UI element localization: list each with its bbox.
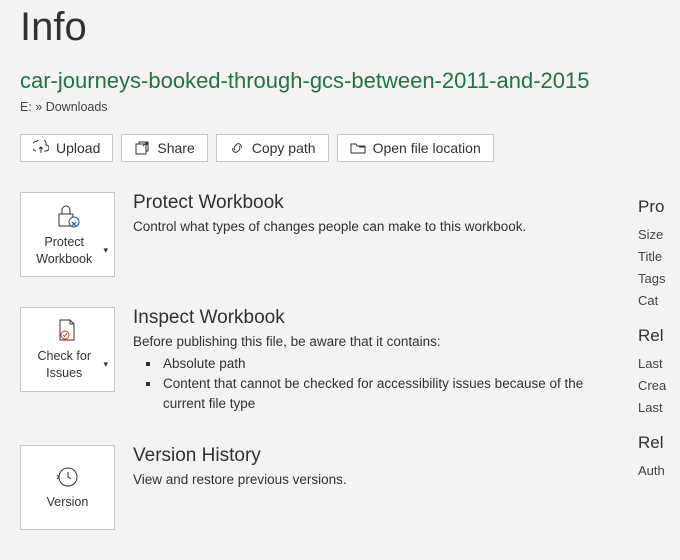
inspect-item: Content that cannot be checked for acces… [161, 374, 620, 415]
version-tile-label: Version [47, 494, 89, 510]
related-people-heading: Rel [638, 433, 680, 453]
prop-created: Crea [638, 378, 680, 393]
copy-path-button[interactable]: Copy path [216, 134, 329, 162]
action-bar: Upload Share Copy path Open file locatio… [20, 134, 660, 162]
protect-title: Protect Workbook [133, 192, 620, 214]
inspect-section: Check for Issues ▾ Inspect Workbook Befo… [20, 307, 620, 415]
link-icon [229, 140, 245, 156]
upload-icon [33, 140, 49, 156]
prop-author: Auth [638, 463, 680, 478]
prop-last-printed: Last [638, 400, 680, 415]
upload-label: Upload [56, 140, 100, 156]
protect-workbook-tile[interactable]: Protect Workbook ▾ [20, 192, 115, 277]
document-check-icon [55, 318, 81, 344]
version-title: Version History [133, 445, 620, 467]
prop-category: Cat [638, 293, 680, 308]
version-desc: View and restore previous versions. [133, 471, 620, 490]
share-icon [134, 140, 150, 156]
protect-tile-label: Protect Workbook [27, 234, 101, 267]
inspect-tile-label: Check for Issues [27, 348, 101, 381]
chevron-down-icon: ▾ [103, 359, 108, 371]
file-path[interactable]: E: » Downloads [20, 100, 660, 114]
properties-heading: Pro [638, 197, 680, 217]
inspect-title: Inspect Workbook [133, 307, 620, 329]
copy-path-label: Copy path [252, 140, 316, 156]
inspect-item: Absolute path [161, 354, 620, 374]
chevron-down-icon: ▾ [103, 245, 108, 257]
open-location-label: Open file location [373, 140, 481, 156]
upload-button[interactable]: Upload [20, 134, 113, 162]
prop-last-modified: Last [638, 356, 680, 371]
version-history-tile[interactable]: Version [20, 445, 115, 530]
lock-icon [53, 202, 83, 230]
protect-section: Protect Workbook ▾ Protect Workbook Cont… [20, 192, 620, 277]
related-dates-heading: Rel [638, 326, 680, 346]
history-icon [55, 464, 81, 490]
page-title: Info [20, 5, 660, 50]
check-issues-tile[interactable]: Check for Issues ▾ [20, 307, 115, 392]
prop-title: Title [638, 249, 680, 264]
prop-tags: Tags [638, 271, 680, 286]
inspect-desc: Before publishing this file, be aware th… [133, 333, 620, 352]
file-name: car-journeys-booked-through-gcs-between-… [20, 68, 660, 94]
share-label: Share [157, 140, 194, 156]
folder-icon [350, 140, 366, 156]
properties-panel: Pro Size Title Tags Cat Rel Last Crea La… [638, 192, 680, 560]
protect-desc: Control what types of changes people can… [133, 218, 620, 237]
share-button[interactable]: Share [121, 134, 207, 162]
version-section: Version Version History View and restore… [20, 445, 620, 530]
open-location-button[interactable]: Open file location [337, 134, 494, 162]
prop-size: Size [638, 227, 680, 242]
